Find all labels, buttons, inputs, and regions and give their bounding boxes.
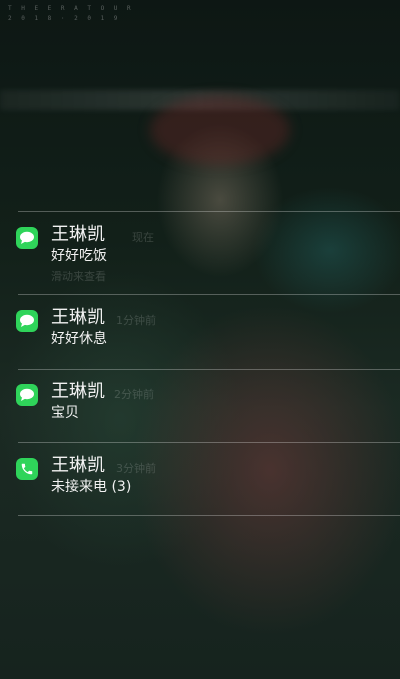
notification-time: 2分钟前 — [114, 388, 154, 401]
messages-icon — [16, 227, 38, 249]
wallpaper-caption-line-2: 2 0 1 8 · 2 0 1 9 — [8, 15, 121, 22]
notification-sender: 王琳凯 — [51, 307, 105, 328]
wallpaper-accent — [150, 95, 290, 165]
messages-icon — [16, 384, 38, 406]
notification-sender: 王琳凯 — [51, 224, 105, 245]
wallpaper-caption-line-1: T H E E R A T O U R — [8, 5, 134, 12]
notification-sender: 王琳凯 — [51, 455, 105, 476]
notification-message: 未接来电 (3) — [51, 479, 132, 495]
wallpaper-caption: T H E E R A T O U R 2 0 1 8 · 2 0 1 9 — [8, 4, 134, 24]
notification-time: 现在 — [132, 231, 154, 244]
notification-item[interactable]: 王琳凯 3分钟前 未接来电 (3) — [0, 443, 400, 517]
notification-item[interactable]: 王琳凯 2分钟前 宝贝 — [0, 369, 400, 443]
notification-message: 宝贝 — [51, 405, 79, 421]
notification-sender: 王琳凯 — [51, 381, 105, 402]
notification-time: 3分钟前 — [116, 462, 156, 475]
divider — [18, 515, 400, 516]
notification-message: 好好吃饭 — [51, 248, 107, 264]
lock-screen: T H E E R A T O U R 2 0 1 8 · 2 0 1 9 王琳… — [0, 0, 400, 679]
notification-hint: 滑动来查看 — [51, 270, 106, 283]
phone-icon — [16, 458, 38, 480]
notification-item[interactable]: 王琳凯 1分钟前 好好休息 — [0, 295, 400, 369]
notification-message: 好好休息 — [51, 331, 107, 347]
messages-icon — [16, 310, 38, 332]
notification-item[interactable]: 王琳凯 现在 好好吃饭 滑动来查看 — [0, 212, 400, 286]
notification-time: 1分钟前 — [116, 314, 156, 327]
